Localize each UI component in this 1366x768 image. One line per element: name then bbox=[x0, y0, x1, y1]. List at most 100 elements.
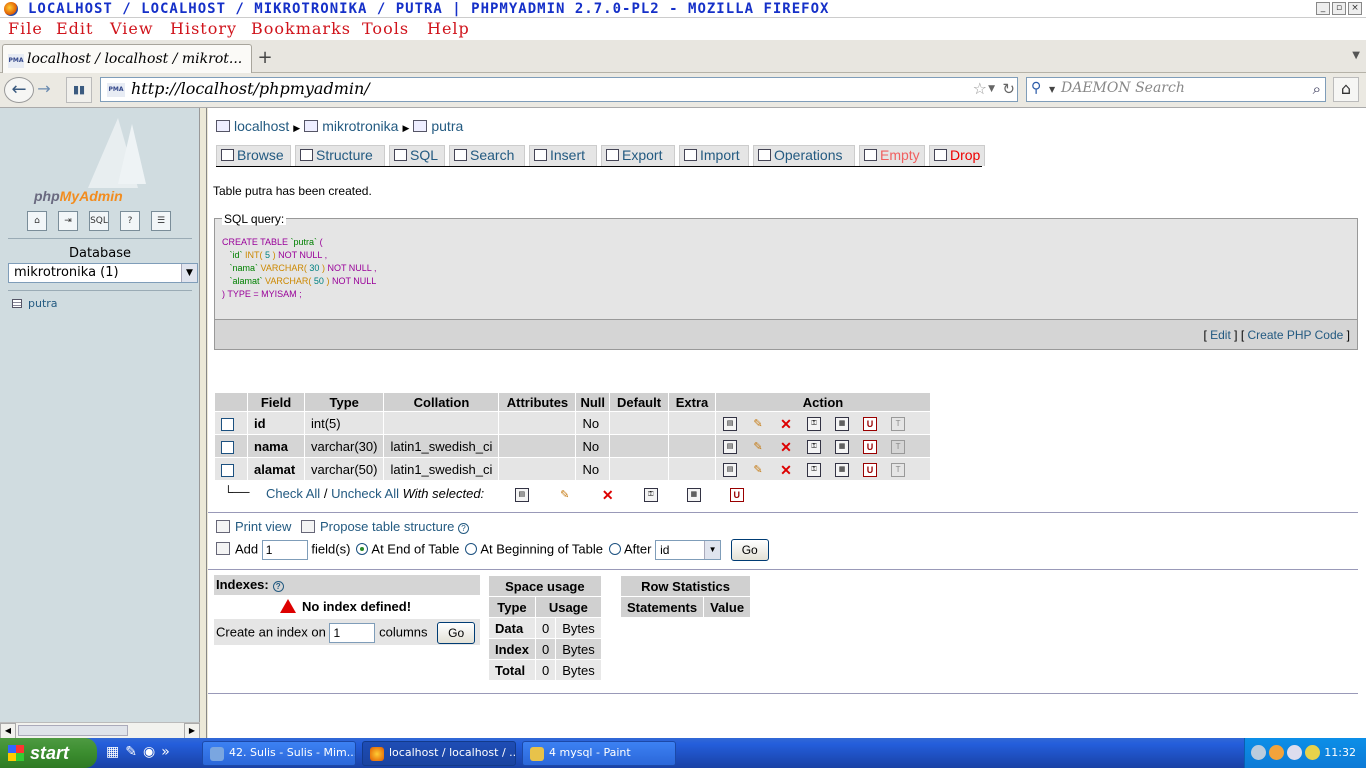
add-fields-count[interactable] bbox=[261, 540, 308, 560]
tab-search[interactable]: Search bbox=[449, 145, 525, 166]
after-field-select[interactable]: id ▼ bbox=[655, 540, 722, 560]
browse-selected-icon[interactable]: ▤ bbox=[514, 487, 529, 502]
browse-distinct-icon[interactable]: ▤ bbox=[723, 439, 738, 454]
create-php-code-link[interactable]: Create PHP Code bbox=[1247, 328, 1343, 342]
new-tab-icon[interactable]: + bbox=[254, 48, 276, 70]
tab-drop[interactable]: Drop bbox=[929, 145, 985, 166]
index-selected-icon[interactable]: ▦ bbox=[686, 487, 701, 502]
change-selected-icon[interactable]: ✎ bbox=[558, 488, 572, 502]
tab-export[interactable]: Export bbox=[601, 145, 675, 166]
tray-app-icon[interactable] bbox=[1269, 745, 1284, 760]
help-icon[interactable]: ? bbox=[272, 581, 284, 592]
change-pencil-icon[interactable]: ✎ bbox=[751, 440, 765, 454]
start-button[interactable]: start bbox=[0, 738, 97, 768]
row-checkbox[interactable] bbox=[221, 463, 234, 477]
exit-icon[interactable]: ⇥ bbox=[58, 211, 78, 231]
minimize-icon[interactable]: _ bbox=[1316, 2, 1330, 15]
restore-icon[interactable]: ▫ bbox=[1332, 2, 1346, 15]
uncheck-all-link[interactable]: Uncheck All bbox=[331, 486, 399, 501]
menu-view[interactable]: View bbox=[110, 19, 154, 38]
change-pencil-icon[interactable]: ✎ bbox=[751, 463, 765, 477]
menu-file[interactable]: File bbox=[8, 19, 43, 38]
at-end-radio[interactable] bbox=[356, 543, 369, 556]
browser-tab[interactable]: PMA localhost / localhost / mikrot... bbox=[2, 44, 252, 73]
create-index-go-button[interactable]: Go bbox=[437, 622, 476, 644]
index-columns-count[interactable] bbox=[329, 623, 376, 643]
row-checkbox[interactable] bbox=[221, 440, 234, 454]
url-bar[interactable]: PMA http://localhost/phpmyadmin/ ☆ ▼ ↻ bbox=[100, 77, 1018, 102]
bookmark-star-icon[interactable]: ☆ bbox=[973, 79, 987, 98]
index-icon[interactable]: ▦ bbox=[835, 416, 850, 431]
tab-sql[interactable]: SQL bbox=[389, 145, 445, 166]
unique-icon[interactable]: U bbox=[863, 416, 878, 431]
database-select[interactable]: mikrotronika (1) ▼ bbox=[8, 263, 198, 283]
taskbar-item[interactable]: 4 mysql - Paint bbox=[522, 741, 676, 766]
back-icon[interactable]: ← bbox=[4, 77, 34, 103]
menu-bookmarks[interactable]: Bookmarks bbox=[251, 19, 351, 38]
docs-icon[interactable]: ☰ bbox=[151, 211, 171, 231]
sidebar-item-putra[interactable]: putra bbox=[12, 297, 58, 310]
scrollbar-thumb[interactable] bbox=[18, 725, 128, 736]
home-icon[interactable]: ⌂ bbox=[1333, 77, 1359, 102]
scroll-right-icon[interactable]: ▶ bbox=[184, 723, 200, 739]
drop-x-icon[interactable]: ✕ bbox=[779, 440, 793, 454]
breadcrumb-table[interactable]: putra bbox=[431, 118, 463, 134]
unique-icon[interactable]: U bbox=[863, 462, 878, 477]
drop-x-icon[interactable]: ✕ bbox=[779, 463, 793, 477]
menu-tools[interactable]: Tools bbox=[362, 19, 409, 38]
primary-key-icon[interactable]: ⚿ bbox=[807, 462, 822, 477]
url-history-icon[interactable]: ▼ bbox=[988, 84, 995, 94]
unique-selected-icon[interactable]: U bbox=[729, 487, 744, 502]
index-icon[interactable]: ▦ bbox=[835, 439, 850, 454]
check-all-link[interactable]: Check All bbox=[266, 486, 320, 501]
feed-icon[interactable]: ▮▮ bbox=[66, 77, 92, 103]
row-checkbox[interactable] bbox=[221, 417, 234, 431]
desktop-icon[interactable]: ▦ bbox=[106, 744, 125, 760]
menu-help[interactable]: Help bbox=[427, 19, 470, 38]
tab-list-icon[interactable]: ▼ bbox=[1352, 50, 1360, 61]
primary-key-icon[interactable]: ⚿ bbox=[807, 416, 822, 431]
search-engine-icon[interactable]: ⚲ bbox=[1031, 80, 1041, 96]
tab-insert[interactable]: Insert bbox=[529, 145, 597, 166]
help-icon[interactable]: ? bbox=[120, 211, 140, 231]
browse-distinct-icon[interactable]: ▤ bbox=[723, 416, 738, 431]
tray-security-icon[interactable] bbox=[1305, 745, 1320, 760]
search-icon[interactable]: ⌕ bbox=[1313, 80, 1321, 98]
frame-splitter[interactable] bbox=[201, 108, 207, 738]
quick-launch-more[interactable]: » bbox=[161, 744, 176, 760]
phpmyadmin-logo[interactable]: phpMyAdmin bbox=[30, 118, 170, 208]
fulltext-icon[interactable]: T bbox=[891, 439, 906, 454]
menu-history[interactable]: History bbox=[170, 19, 237, 38]
unique-icon[interactable]: U bbox=[863, 439, 878, 454]
primary-key-icon[interactable]: ⚿ bbox=[807, 439, 822, 454]
help-icon[interactable]: ? bbox=[458, 523, 470, 534]
firefox-icon[interactable]: ◉ bbox=[143, 744, 161, 760]
forward-icon[interactable]: → bbox=[34, 77, 54, 103]
breadcrumb-database[interactable]: mikrotronika bbox=[322, 118, 398, 134]
browse-distinct-icon[interactable]: ▤ bbox=[723, 462, 738, 477]
search-input[interactable]: ⚲ ▼ DAEMON Search ⌕ bbox=[1026, 77, 1326, 102]
tab-operations[interactable]: Operations bbox=[753, 145, 855, 166]
tab-structure[interactable]: Structure bbox=[295, 145, 385, 166]
at-beginning-radio[interactable] bbox=[465, 543, 478, 556]
index-icon[interactable]: ▦ bbox=[835, 462, 850, 477]
chevron-down-icon[interactable]: ▼ bbox=[1049, 85, 1055, 94]
fulltext-icon[interactable]: T bbox=[891, 416, 906, 431]
drop-selected-icon[interactable]: ✕ bbox=[601, 488, 615, 502]
tab-import[interactable]: Import bbox=[679, 145, 749, 166]
close-icon[interactable]: × bbox=[1348, 2, 1362, 15]
primary-selected-icon[interactable]: ⚿ bbox=[643, 487, 658, 502]
print-view-link[interactable]: Print view bbox=[235, 519, 291, 534]
change-pencil-icon[interactable]: ✎ bbox=[751, 417, 765, 431]
add-fields-go-button[interactable]: Go bbox=[730, 539, 769, 561]
tab-browse[interactable]: Browse bbox=[216, 145, 291, 166]
tray-network-icon[interactable] bbox=[1287, 745, 1302, 760]
tray-arrow-icon[interactable] bbox=[1251, 745, 1266, 760]
scroll-left-icon[interactable]: ◀ bbox=[0, 723, 16, 739]
taskbar-item[interactable]: 42. Sulis - Sulis - Mim... bbox=[202, 741, 356, 766]
sql-query-icon[interactable]: SQL bbox=[89, 211, 109, 231]
left-horizontal-scrollbar[interactable]: ◀ ▶ bbox=[0, 722, 200, 739]
fulltext-icon[interactable]: T bbox=[891, 462, 906, 477]
menu-edit[interactable]: Edit bbox=[56, 19, 93, 38]
chevron-down-icon[interactable]: ▼ bbox=[704, 541, 721, 559]
